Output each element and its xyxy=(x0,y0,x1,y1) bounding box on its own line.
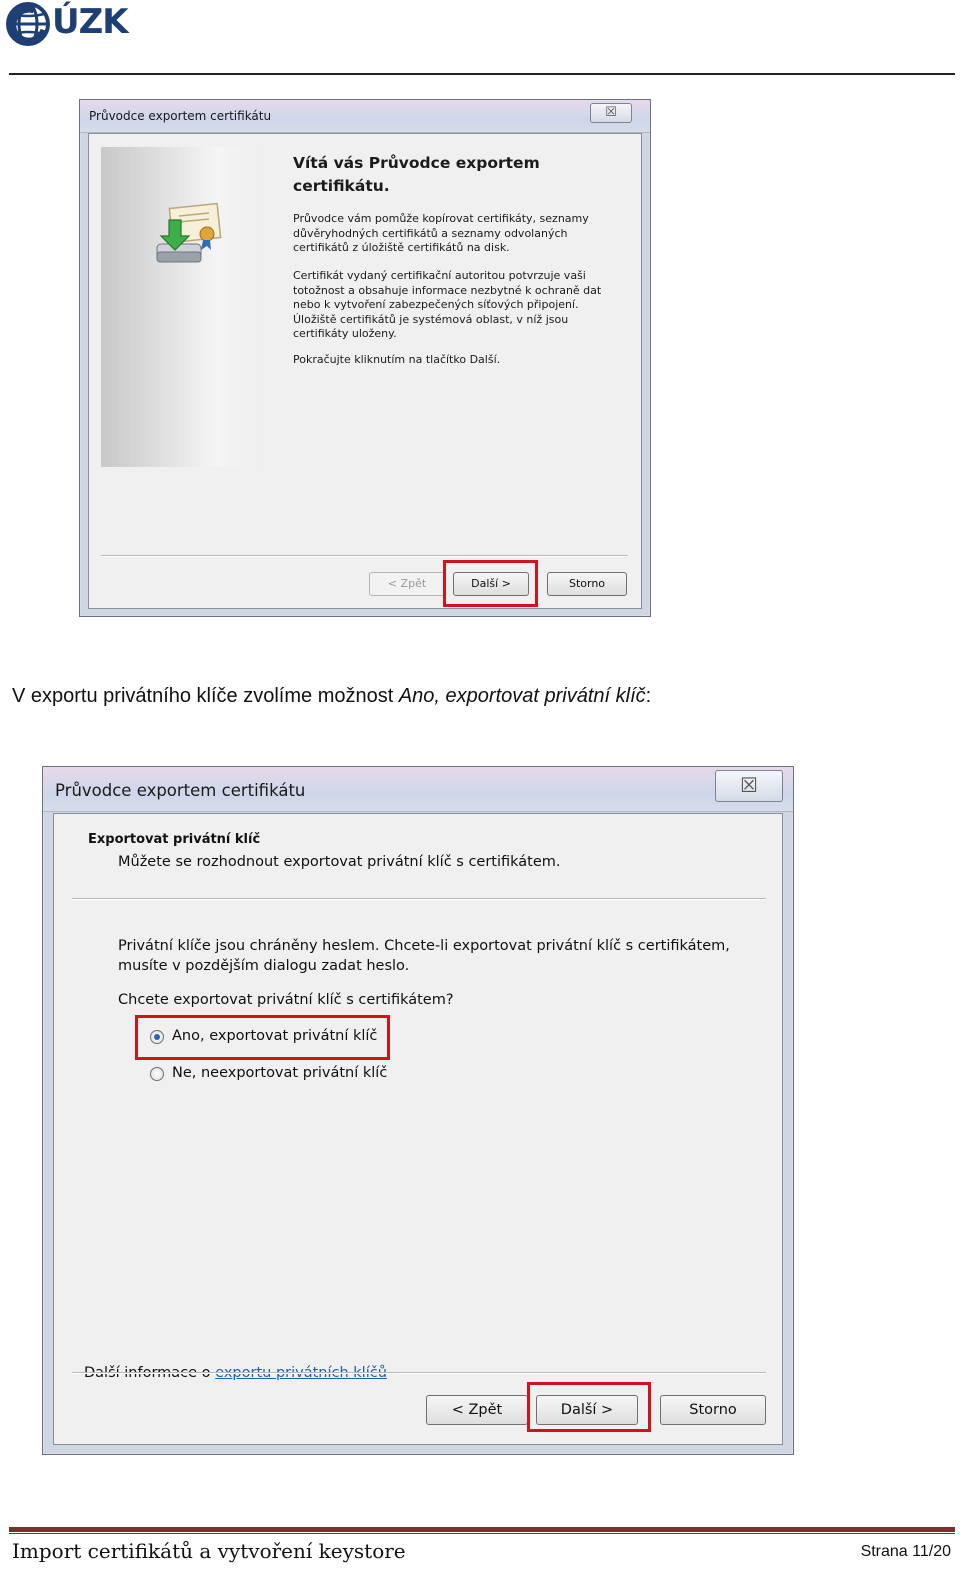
cancel-button[interactable]: Storno xyxy=(660,1395,766,1425)
footer-rule-thick xyxy=(9,1527,955,1532)
next-button-highlight xyxy=(443,560,538,607)
dialog-client-area: Vítá vás Průvodce exportem certifikátu. … xyxy=(88,133,642,609)
export-question: Chcete exportovat privátní klíč s certif… xyxy=(118,992,454,1008)
close-icon[interactable]: ☒ xyxy=(590,103,632,123)
footer-rule-thin xyxy=(9,1533,955,1534)
dialog-titlebar: Průvodce exportem certifikátu ☒ xyxy=(80,100,650,133)
footer-document-title: Import certifikátů a vytvoření keystore xyxy=(12,1539,406,1563)
dialog-title: Průvodce exportem certifikátu xyxy=(89,109,272,123)
step-heading: Exportovat privátní klíč xyxy=(88,832,261,847)
dialog-title: Průvodce exportem certifikátu xyxy=(55,781,306,800)
next-button-highlight xyxy=(527,1382,651,1432)
caption-option-name: Ano, exportovat privátní klíč xyxy=(398,685,646,707)
welcome-paragraph-3: Pokračujte kliknutím na tlačítko Další. xyxy=(293,353,501,366)
yes-option-highlight xyxy=(135,1015,390,1060)
dialog-client-area: Exportovat privátní klíč Můžete se rozho… xyxy=(53,813,783,1445)
export-wizard-welcome-dialog: Průvodce exportem certifikátu ☒ Vítá vás… xyxy=(79,99,651,617)
close-icon[interactable]: ☒ xyxy=(715,770,783,802)
welcome-paragraph-2: Certifikát vydaný certifikační autoritou… xyxy=(293,269,602,340)
wizard-header-panel: Exportovat privátní klíč Můžete se rozho… xyxy=(54,814,782,898)
button-separator xyxy=(101,555,628,557)
caption-prefix: V exportu privátního klíče zvolíme možno… xyxy=(12,685,399,707)
radio-unselected-icon[interactable] xyxy=(150,1067,164,1081)
logo-text: ÚZK xyxy=(52,2,129,42)
wizard-side-panel xyxy=(101,147,263,467)
welcome-heading: Vítá vás Průvodce exportem certifikátu. xyxy=(293,154,540,195)
step-subheading: Můžete se rozhodnout exportovat privátní… xyxy=(118,854,561,870)
welcome-paragraph-1: Průvodce vám pomůže kopírovat certifikát… xyxy=(293,212,589,254)
header-separator xyxy=(72,898,766,900)
dialog-titlebar: Průvodce exportem certifikátu ☒ xyxy=(43,767,793,812)
password-info-text: Privátní klíče jsou chráněny heslem. Chc… xyxy=(118,938,730,974)
header-rule xyxy=(9,73,955,75)
cancel-button[interactable]: Storno xyxy=(547,572,627,596)
caption-suffix: : xyxy=(645,685,652,707)
export-private-key-dialog: Průvodce exportem certifikátu ☒ Exportov… xyxy=(42,766,794,1455)
radio-no-label[interactable]: Ne, neexportovat privátní klíč xyxy=(172,1065,387,1081)
footer-page-number: Strana 11/20 xyxy=(860,1543,951,1560)
instruction-caption: V exportu privátního klíče zvolíme možno… xyxy=(12,685,651,708)
certificate-export-icon xyxy=(156,202,222,263)
back-button[interactable]: < Zpět xyxy=(369,572,445,596)
back-button[interactable]: < Zpět xyxy=(426,1395,528,1425)
button-separator xyxy=(72,1372,766,1374)
cuzk-logo: ÚZK xyxy=(4,0,139,48)
